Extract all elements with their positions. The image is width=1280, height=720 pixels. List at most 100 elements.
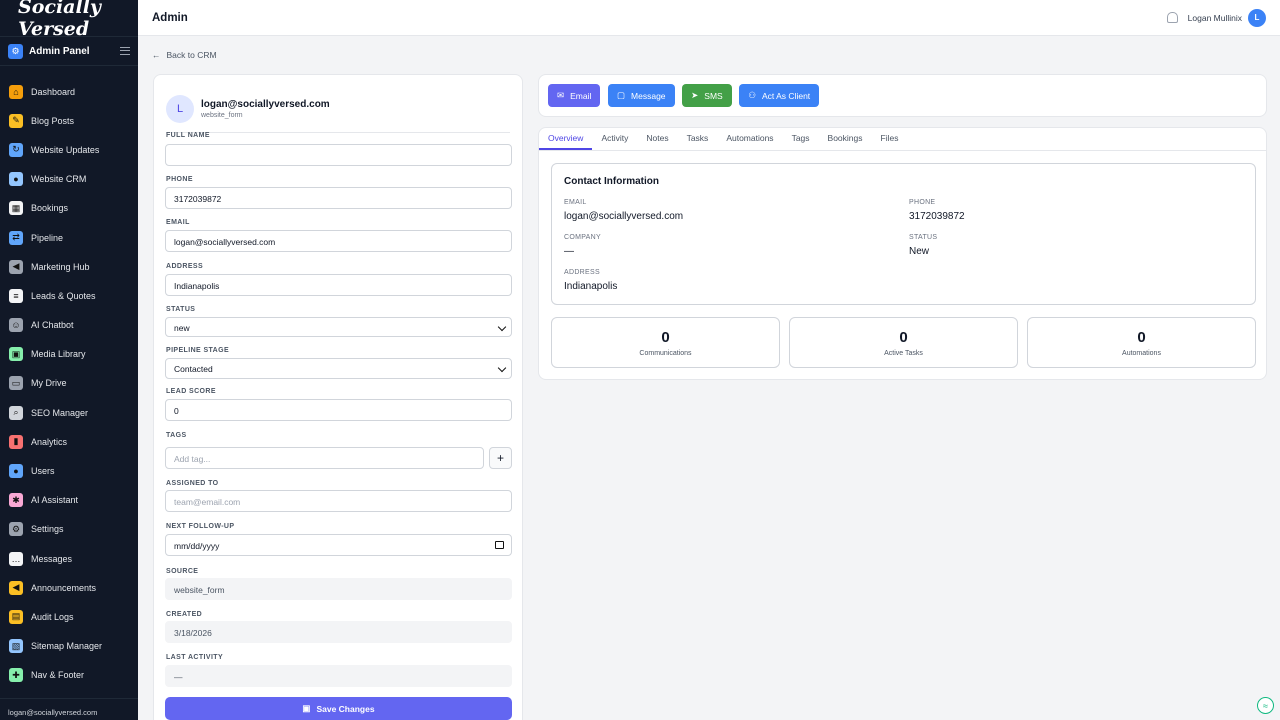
sidebar-item-label: Announcements xyxy=(31,582,97,593)
address-input[interactable]: Indianapolis xyxy=(165,274,512,296)
contact-avatar: L xyxy=(166,95,194,123)
menu-toggle-icon[interactable] xyxy=(120,47,130,55)
pipeline-stage-select[interactable]: Contacted xyxy=(165,358,512,379)
robot-icon: ☺ xyxy=(9,318,23,333)
tab-notes[interactable]: Notes xyxy=(637,128,677,150)
image-icon: ▣ xyxy=(9,347,23,362)
puzzle-icon: ✚ xyxy=(9,668,23,683)
plus-icon: + xyxy=(496,451,504,465)
sidebar-item-ai-assistant[interactable]: ✱ AI Assistant xyxy=(0,486,138,515)
stat-label: Active Tasks xyxy=(884,350,923,357)
sidebar-item-website-crm[interactable]: ● Website CRM xyxy=(0,165,138,194)
chat-icon: ▢ xyxy=(617,90,626,100)
actions-card: ✉ Email ▢ Message ➤ SMS ⚇ Act As Client xyxy=(538,74,1267,117)
sidebar-item-bookings[interactable]: ▦ Bookings xyxy=(0,194,138,223)
save-icon: ▣ xyxy=(302,703,311,713)
act-as-client-button[interactable]: ⚇ Act As Client xyxy=(739,84,820,107)
message-button-label: Message xyxy=(631,90,666,101)
email-input[interactable]: logan@sociallyversed.com xyxy=(165,230,512,252)
stat-label: Automations xyxy=(1122,350,1161,357)
contact-overview-card: Overview Activity Notes Tasks Automation… xyxy=(538,127,1267,380)
sidebar-item-my-drive[interactable]: ▭ My Drive xyxy=(0,369,138,398)
contact-header: L logan@sociallyversed.com website_form xyxy=(166,86,510,133)
sidebar-item-nav-footer[interactable]: ✚ Nav & Footer xyxy=(0,661,138,690)
sidebar-item-ai-chatbot[interactable]: ☺ AI Chatbot xyxy=(0,311,138,340)
sidebar-item-label: Bookings xyxy=(31,203,69,214)
contact-information-title: Contact Information xyxy=(564,176,659,187)
sidebar-item-audit-logs[interactable]: ▤ Audit Logs xyxy=(0,602,138,631)
address-label: ADDRESS xyxy=(166,263,204,270)
brand-logo[interactable]: Socially Versed xyxy=(0,0,138,40)
email-button[interactable]: ✉ Email xyxy=(548,84,601,107)
tab-files[interactable]: Files xyxy=(872,128,908,150)
back-to-crm-link[interactable]: ← Back to CRM xyxy=(152,50,217,60)
tab-automations[interactable]: Automations xyxy=(717,128,782,150)
sidebar-item-label: Audit Logs xyxy=(31,611,74,622)
magnifier-icon: ⌕ xyxy=(9,405,23,420)
save-changes-button[interactable]: ▣ Save Changes xyxy=(165,697,512,720)
full-name-label: FULL NAME xyxy=(166,132,210,139)
status-select[interactable]: new xyxy=(165,317,512,337)
sidebar-item-label: Sitemap Manager xyxy=(31,641,103,652)
sidebar-item-marketing-hub[interactable]: ◀ Marketing Hub xyxy=(0,252,138,281)
overview-status-label: STATUS xyxy=(909,234,938,241)
arrow-left-icon: ← xyxy=(152,50,161,60)
shuffle-icon: ⇄ xyxy=(9,230,23,245)
assigned-to-input[interactable]: team@email.com xyxy=(165,490,512,512)
calendar-icon[interactable] xyxy=(495,541,504,549)
megaphone-icon: ◀ xyxy=(9,580,23,595)
sidebar-nav: ⌂ Dashboard ✎ Blog Posts ↻ Website Updates … xyxy=(0,66,138,690)
tab-overview[interactable]: Overview xyxy=(539,128,593,150)
sms-button[interactable]: ➤ SMS xyxy=(682,84,732,107)
send-icon: ➤ xyxy=(691,90,699,100)
topbar: Admin Logan Mullinix L xyxy=(138,0,1280,36)
sidebar-item-sitemap-manager[interactable]: ▧ Sitemap Manager xyxy=(0,632,138,661)
sidebar-item-website-updates[interactable]: ↻ Website Updates xyxy=(0,135,138,164)
sidebar-item-pipeline[interactable]: ⇄ Pipeline xyxy=(0,223,138,252)
sidebar-item-users[interactable]: ● Users xyxy=(0,456,138,485)
sidebar-item-label: Website CRM xyxy=(31,174,87,185)
sidebar-item-seo-manager[interactable]: ⌕ SEO Manager xyxy=(0,398,138,427)
last-activity-field: — xyxy=(165,665,512,687)
overview-status-value: New xyxy=(909,246,930,257)
add-tag-button[interactable]: + xyxy=(489,447,512,469)
tab-activity[interactable]: Activity xyxy=(592,128,637,150)
message-button[interactable]: ▢ Message xyxy=(608,84,675,107)
phone-label: PHONE xyxy=(166,176,193,183)
overview-company-label: COMPANY xyxy=(564,234,601,241)
phone-input[interactable]: 3172039872 xyxy=(165,187,512,209)
sidebar-item-messages[interactable]: … Messages xyxy=(0,544,138,573)
lead-score-label: LEAD SCORE xyxy=(166,388,216,395)
sidebar-item-blog-posts[interactable]: ✎ Blog Posts xyxy=(0,106,138,135)
bell-icon[interactable] xyxy=(1166,12,1178,23)
act-as-client-label: Act As Client xyxy=(761,90,811,101)
writing-hand-icon: ✎ xyxy=(9,113,23,128)
date-value: mm/dd/yyyy xyxy=(174,541,220,551)
lead-score-input[interactable]: 0 xyxy=(165,399,512,421)
sidebar-item-analytics[interactable]: ▮ Analytics xyxy=(0,427,138,456)
sidebar-item-label: AI Chatbot xyxy=(31,320,74,331)
user-name[interactable]: Logan Mullinix xyxy=(1188,13,1242,23)
sidebar-item-label: Media Library xyxy=(31,349,86,360)
next-follow-up-date-input[interactable]: mm/dd/yyyy xyxy=(165,534,512,556)
tab-tags[interactable]: Tags xyxy=(783,128,819,150)
contact-email-heading: logan@sociallyversed.com xyxy=(201,99,330,110)
tab-bookings[interactable]: Bookings xyxy=(819,128,872,150)
sidebar-item-label: Website Updates xyxy=(31,144,100,155)
gear-icon: ⚙ xyxy=(9,522,23,537)
sidebar-item-leads-quotes[interactable]: ≡ Leads & Quotes xyxy=(0,281,138,310)
created-field: 3/18/2026 xyxy=(165,621,512,643)
full-name-input[interactable] xyxy=(165,144,512,166)
tag-input[interactable]: Add tag... xyxy=(165,447,484,469)
sidebar-item-dashboard[interactable]: ⌂ Dashboard xyxy=(0,77,138,106)
sidebar-item-label: Nav & Footer xyxy=(31,670,85,681)
tab-tasks[interactable]: Tasks xyxy=(678,128,718,150)
avatar[interactable]: L xyxy=(1248,8,1266,27)
sidebar-item-settings[interactable]: ⚙ Settings xyxy=(0,515,138,544)
tab-bar: Overview Activity Notes Tasks Automation… xyxy=(539,128,1266,151)
sidebar-item-media-library[interactable]: ▣ Media Library xyxy=(0,340,138,369)
sidebar-item-announcements[interactable]: ◀ Announcements xyxy=(0,573,138,602)
admin-panel-icon: ⚙ xyxy=(8,43,23,59)
chat-widget-icon[interactable]: ≈ xyxy=(1257,697,1274,714)
overview-address-label: ADDRESS xyxy=(564,269,600,276)
